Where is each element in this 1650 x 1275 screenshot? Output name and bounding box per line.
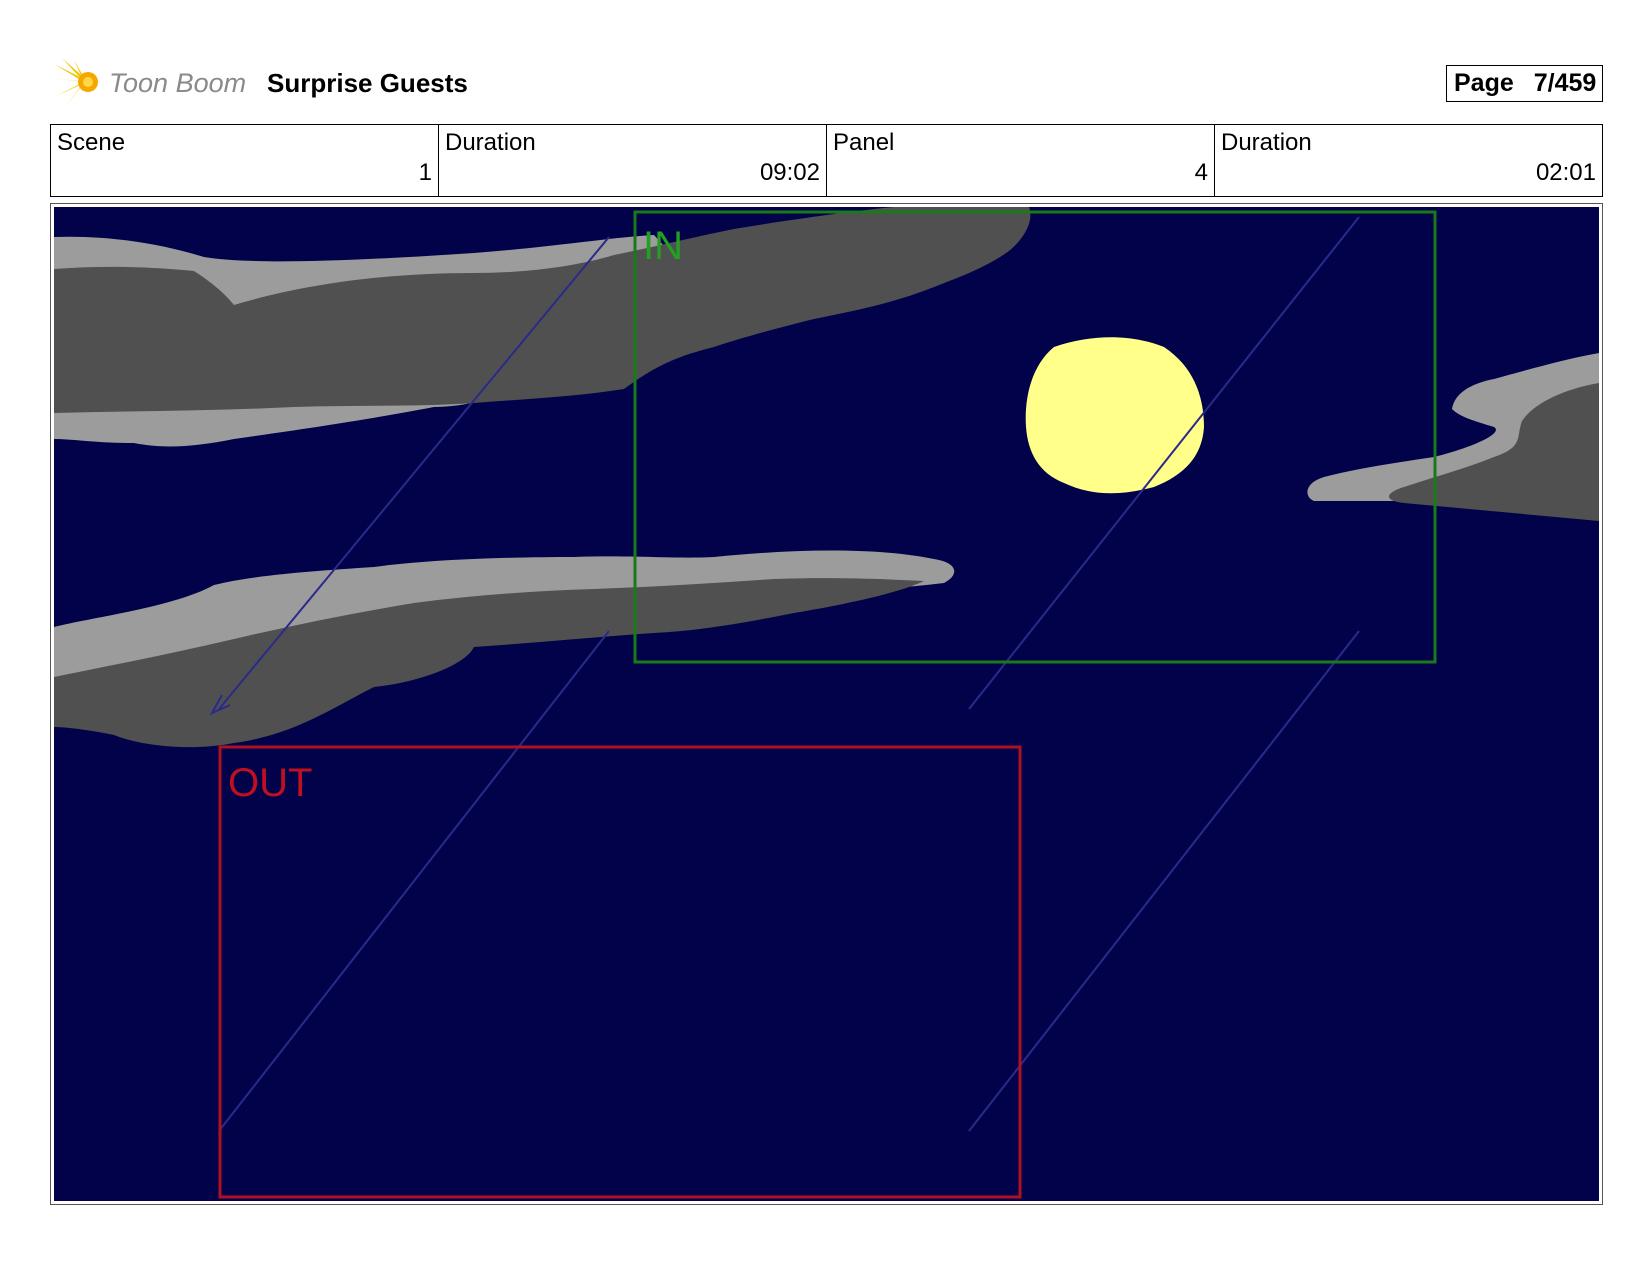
panel-duration-value: 02:01: [1535, 159, 1596, 186]
document-title: Surprise Guests: [267, 68, 468, 98]
moon: [1025, 337, 1204, 494]
in-label: IN: [643, 224, 683, 268]
scene-duration-label: Duration: [445, 129, 536, 156]
panel-artwork: IN OUT: [54, 207, 1599, 1201]
scene-info-table: Scene 1 Duration 09:02 Panel 4 Duration …: [50, 124, 1603, 197]
scene-value: 1: [418, 159, 432, 186]
panel-duration-label: Duration: [1221, 129, 1312, 156]
page-number: 7/459: [1533, 69, 1597, 97]
scene-label: Scene: [57, 129, 126, 156]
starburst-icon: [52, 58, 98, 106]
panel-value: 4: [1194, 159, 1208, 186]
page-label: Page: [1454, 69, 1514, 97]
scene-duration-value: 09:02: [759, 159, 820, 186]
panel-duration-cell: Duration 02:01: [1215, 125, 1602, 196]
page-indicator: Page 7/459: [1446, 65, 1603, 102]
scene-duration-cell: Duration 09:02: [439, 125, 827, 196]
out-label: OUT: [228, 761, 312, 805]
toon-boom-logo: Toon Boom: [52, 56, 252, 108]
panel-label: Panel: [833, 129, 895, 156]
panel-cell: Panel 4: [827, 125, 1215, 196]
scene-cell: Scene 1: [51, 125, 439, 196]
logo-text: Toon Boom: [109, 68, 247, 98]
